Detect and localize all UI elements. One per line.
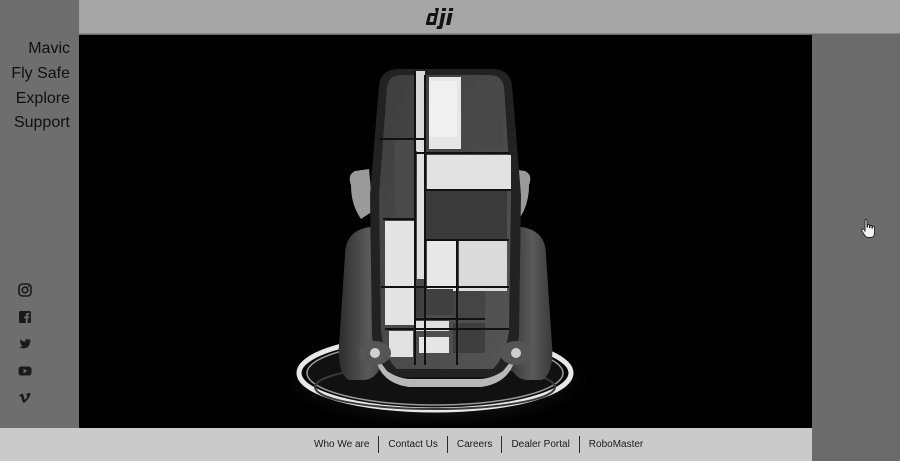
vimeo-icon[interactable] — [18, 391, 32, 405]
footer-link-dealer-portal[interactable]: Dealer Portal — [501, 436, 578, 453]
drone-image — [281, 69, 591, 428]
hand-pointer-icon — [860, 219, 878, 239]
footer-link-contact-us[interactable]: Contact Us — [378, 436, 446, 453]
footer-link-robomaster[interactable]: RoboMaster — [578, 436, 652, 453]
footer-links: Who We are Contact Us Careers Dealer Por… — [305, 436, 652, 453]
left-sidebar: Mavic Fly Safe Explore Support — [0, 0, 79, 428]
facebook-icon[interactable] — [18, 310, 32, 324]
instagram-icon[interactable] — [18, 283, 32, 297]
top-header — [79, 0, 900, 34]
hero-stage — [79, 35, 812, 428]
footer-link-careers[interactable]: Careers — [446, 436, 502, 453]
nav-item-support[interactable]: Support — [11, 111, 70, 136]
twitter-icon[interactable] — [18, 337, 32, 351]
social-links — [18, 283, 34, 418]
nav-item-explore[interactable]: Explore — [11, 87, 70, 112]
youtube-icon[interactable] — [18, 364, 32, 378]
nav-item-mavic[interactable]: Mavic — [11, 37, 70, 62]
footer-link-who-we-are[interactable]: Who We are — [305, 436, 378, 453]
sidebar-nav: Mavic Fly Safe Explore Support — [11, 37, 70, 136]
nav-item-fly-safe[interactable]: Fly Safe — [11, 62, 70, 87]
right-panel — [812, 35, 900, 461]
footer-bar: Who We are Contact Us Careers Dealer Por… — [0, 428, 812, 461]
dji-logo[interactable] — [425, 5, 469, 29]
